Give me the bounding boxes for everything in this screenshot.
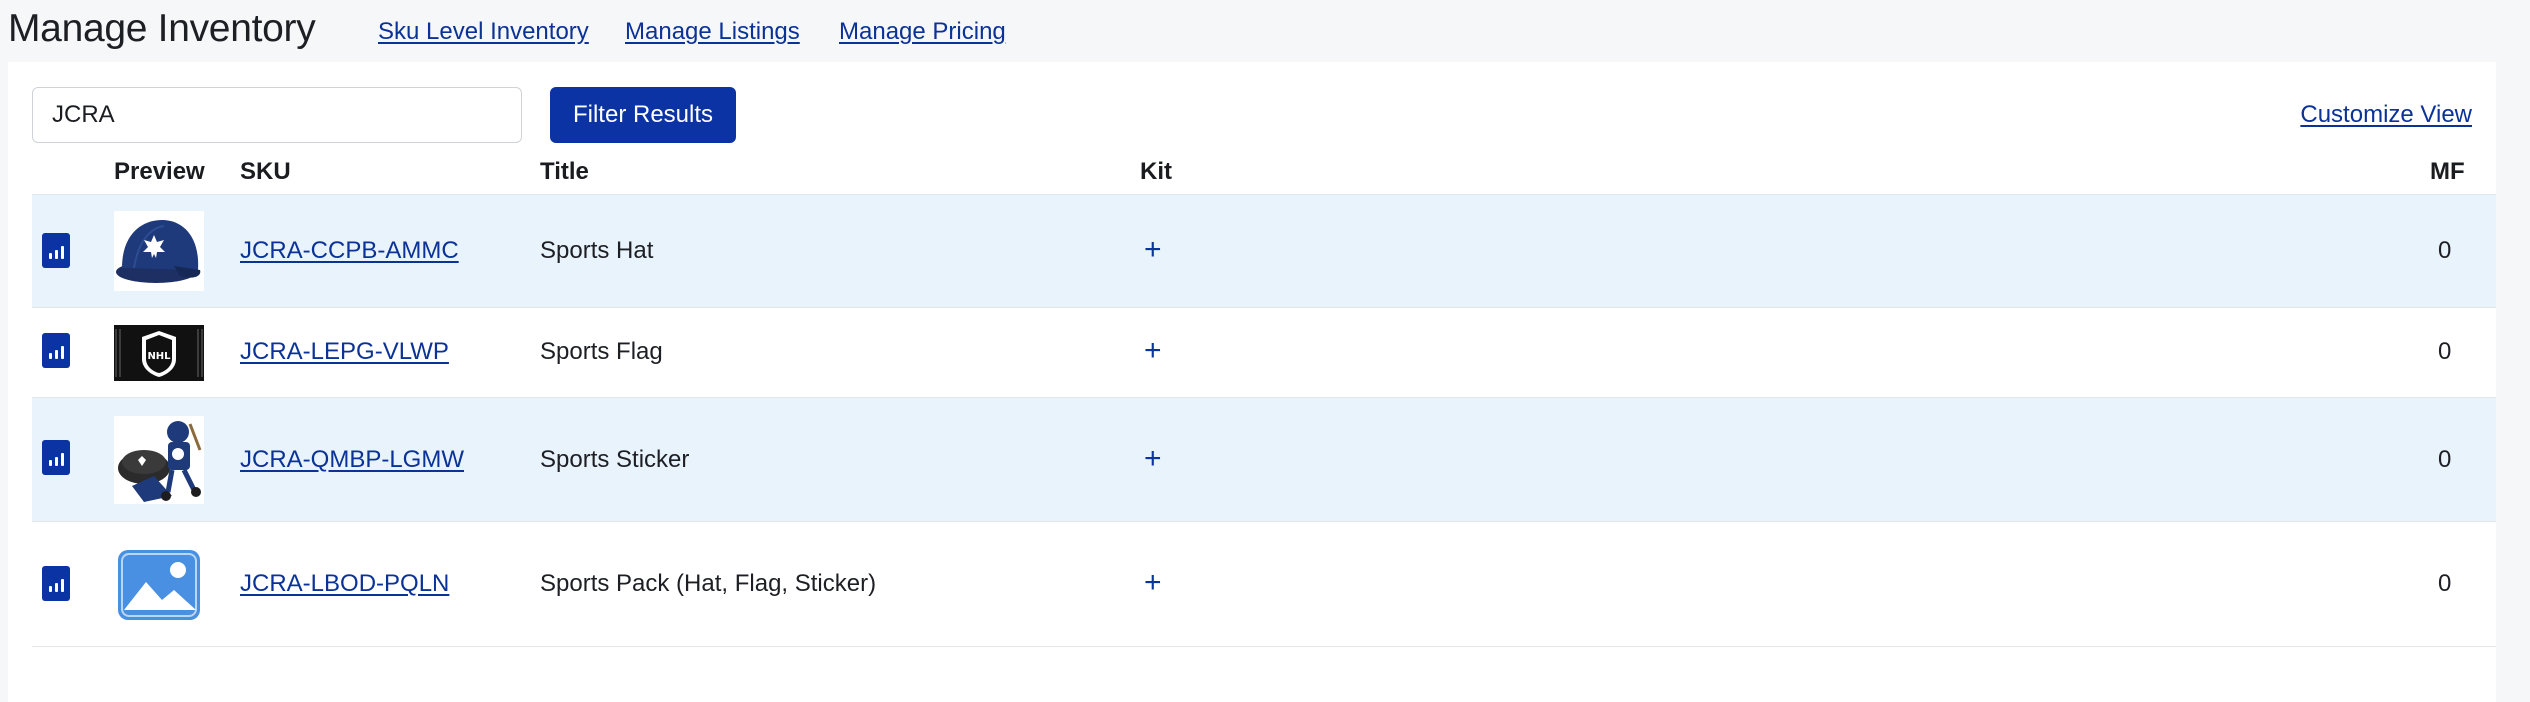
table-row: JCRA-LBOD-PQLN Sports Pack (Hat, Flag, S… — [32, 522, 2496, 647]
mf-cell: 0 — [2438, 446, 2452, 473]
column-header-title: Title — [540, 158, 589, 185]
table-row: NHL JCRA-LEPG-VLWP Sports Flag + 0 — [32, 308, 2496, 398]
sku-link[interactable]: JCRA-LEPG-VLWP — [240, 338, 449, 366]
image-placeholder-icon — [114, 548, 204, 622]
sku-link[interactable]: JCRA-LBOD-PQLN — [240, 570, 449, 598]
stats-chart-button[interactable] — [42, 440, 70, 475]
flag-image: NHL — [114, 325, 204, 381]
title-cell: Sports Sticker — [540, 446, 690, 473]
table-row: JCRA-CCPB-AMMC Sports Hat + 0 — [32, 194, 2496, 308]
title-cell: Sports Hat — [540, 237, 654, 264]
sku-link[interactable]: JCRA-QMBP-LGMW — [240, 446, 464, 474]
bar-chart-icon — [48, 346, 64, 359]
bar-chart-icon — [48, 246, 64, 259]
column-header-kit: Kit — [1140, 158, 1172, 185]
manage-pricing-link[interactable]: Manage Pricing — [839, 18, 1006, 46]
sticker-image — [114, 416, 204, 504]
add-kit-icon[interactable]: + — [1144, 444, 1162, 474]
page-header: Manage Inventory Sku Level Inventory Man… — [0, 0, 2530, 62]
filter-results-button[interactable]: Filter Results — [550, 87, 736, 143]
stats-chart-button[interactable] — [42, 233, 70, 268]
bar-chart-icon — [48, 579, 64, 592]
bar-chart-icon — [48, 453, 64, 466]
column-header-preview: Preview — [114, 158, 205, 185]
svg-text:NHL: NHL — [147, 351, 171, 362]
mf-cell: 0 — [2438, 237, 2452, 264]
add-kit-icon[interactable]: + — [1144, 568, 1162, 598]
title-cell: Sports Pack (Hat, Flag, Sticker) — [540, 570, 877, 597]
sku-level-inventory-link[interactable]: Sku Level Inventory — [378, 18, 589, 46]
search-input[interactable] — [32, 87, 522, 143]
mf-cell: 0 — [2438, 570, 2452, 597]
add-kit-icon[interactable]: + — [1144, 336, 1162, 366]
stats-chart-button[interactable] — [42, 333, 70, 368]
customize-view-link[interactable]: Customize View — [2300, 101, 2472, 129]
sku-link[interactable]: JCRA-CCPB-AMMC — [240, 237, 459, 265]
mf-cell: 0 — [2438, 338, 2452, 365]
page-title: Manage Inventory — [8, 7, 316, 50]
inventory-panel: Filter Results Customize View Preview SK… — [8, 62, 2496, 702]
add-kit-icon[interactable]: + — [1144, 235, 1162, 265]
stats-chart-button[interactable] — [42, 566, 70, 601]
title-cell: Sports Flag — [540, 338, 663, 365]
hat-image — [114, 211, 204, 291]
table-header: Preview SKU Title Kit MF — [32, 150, 2496, 194]
inventory-table: Preview SKU Title Kit MF JCRA-CCPB-AMMC … — [32, 150, 2496, 647]
table-row: JCRA-QMBP-LGMW Sports Sticker + 0 — [32, 398, 2496, 522]
column-header-sku: SKU — [240, 158, 291, 185]
manage-listings-link[interactable]: Manage Listings — [625, 18, 800, 46]
column-header-mf: MF — [2430, 158, 2465, 185]
